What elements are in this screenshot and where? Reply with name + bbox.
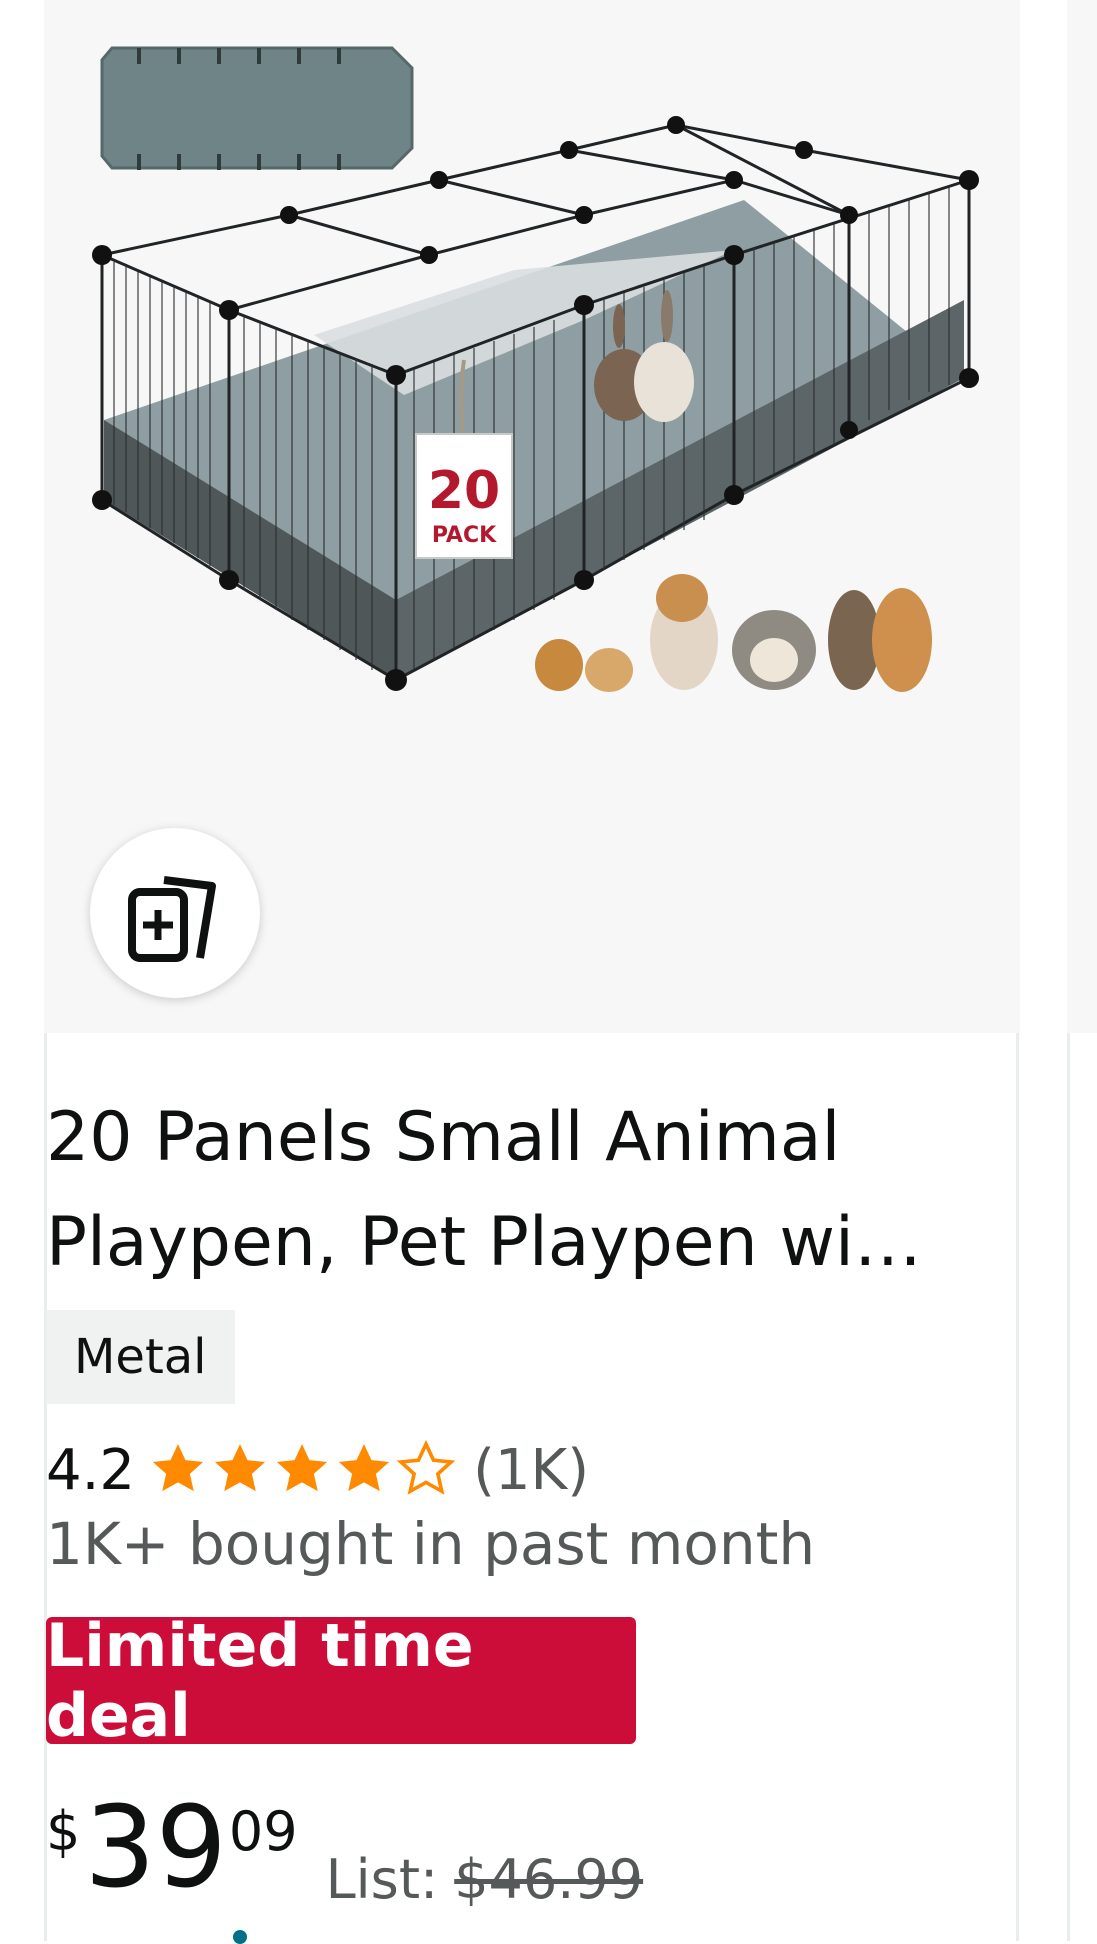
star-full-icon	[215, 1444, 266, 1492]
rating-value: 4.2	[46, 1437, 136, 1503]
partial-element	[233, 1930, 247, 1944]
limited-time-deal-badge: Limited time deal	[46, 1611, 636, 1751]
add-to-compare-button[interactable]	[90, 828, 260, 998]
bought-in-past-month: 1K+ bought in past month	[46, 1510, 816, 1578]
star-rating	[147, 1439, 457, 1501]
product-title-line-1: 20 Panels Small Animal	[46, 1098, 841, 1177]
next-card-image-edge[interactable]	[1067, 0, 1097, 1033]
star-empty-icon	[396, 1439, 456, 1495]
add-to-compare-icon	[128, 876, 216, 962]
rating-row[interactable]: 4.2 (1K)	[46, 1430, 589, 1510]
price-whole: 39	[84, 1783, 227, 1913]
list-price-label: List:	[325, 1848, 439, 1911]
rating-count: (1K)	[473, 1437, 590, 1503]
tag-text: PACK	[432, 523, 497, 548]
tag-number: 20	[428, 461, 500, 521]
product-title-line-2: Playpen, Pet Playpen wi…	[46, 1203, 922, 1282]
star-full-icon	[153, 1444, 204, 1492]
left-gutter	[0, 0, 44, 1941]
star-full-icon	[277, 1444, 328, 1492]
price: $ 39 09 List: $46.99	[46, 1788, 643, 1918]
product-image[interactable]: 20 PACK	[44, 0, 1020, 1033]
material-badge: Metal	[46, 1310, 235, 1404]
next-card-border	[1067, 1033, 1070, 1941]
star-full-icon	[339, 1444, 390, 1492]
price-currency-symbol: $	[46, 1800, 81, 1863]
card-border	[1016, 1033, 1019, 1941]
price-fraction: 09	[228, 1800, 298, 1863]
list-price-value: $46.99	[454, 1848, 644, 1911]
list-price: List: $46.99	[326, 1848, 644, 1911]
product-title[interactable]: 20 Panels Small Animal Playpen, Pet Play…	[46, 1085, 946, 1295]
